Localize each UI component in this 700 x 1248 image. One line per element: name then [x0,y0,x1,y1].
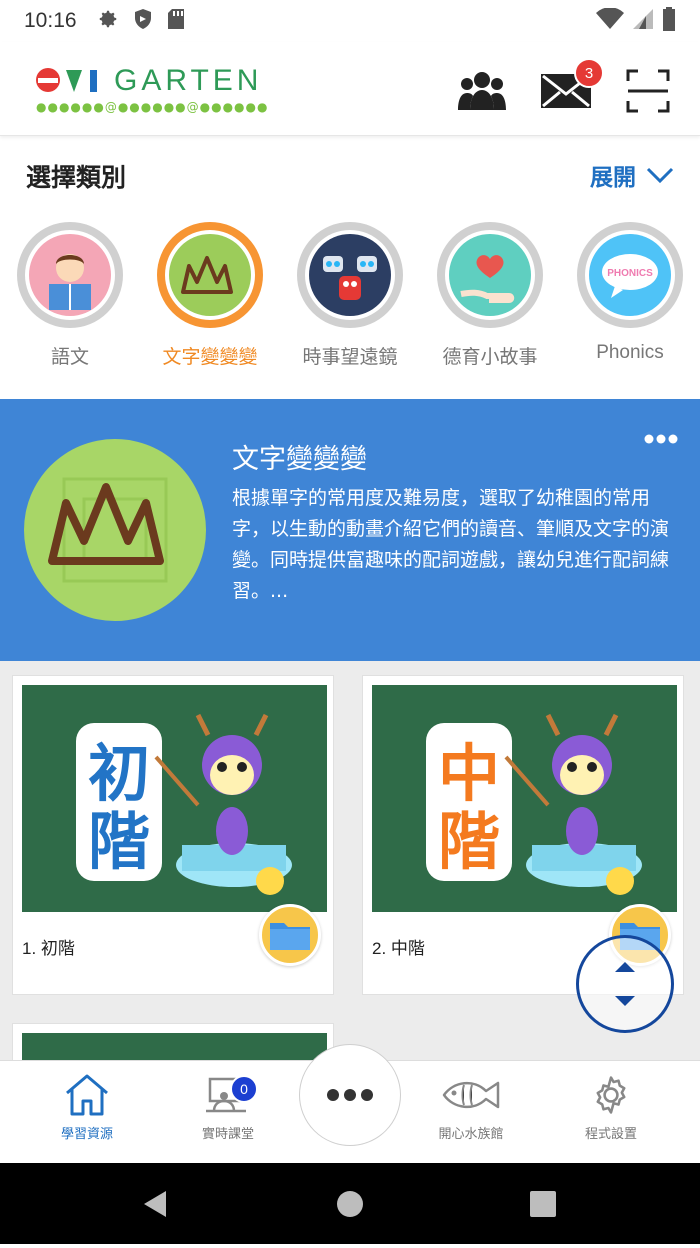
scroll-up-down-button[interactable] [576,935,674,1033]
category-title: 選擇類別 [26,163,127,192]
level-card-partial[interactable] [12,1023,334,1061]
scan-icon [626,69,670,113]
banner-title: 文字變變變 [232,444,367,475]
level-card[interactable]: 初 階 1. 初階 [12,675,334,995]
logo-text: GARTEN [114,64,263,97]
mountain-character-icon [169,234,251,316]
dragon-teacher-image: 初 階 [22,685,327,912]
card-label: 2. 中階 [372,939,425,958]
card-thumbnail: 中 階 [372,685,677,912]
more-dots-icon [327,1089,373,1101]
mail-button[interactable]: 3 [540,58,604,114]
expand-button[interactable]: 展開 [590,158,674,192]
app-logo: GARTEN ●●●●●●@●●●●●●@●●●●●● [34,64,274,116]
thumb-char-bottom: 階 [88,805,150,878]
phonics-bubble-icon: PHONICS [589,234,671,316]
group-icon [458,72,506,110]
category-label: 德育小故事 [442,346,538,368]
card-thumbnail: 初 階 [22,685,327,912]
thumb-char-bottom: 階 [438,805,500,878]
chevron-down-icon [646,167,674,184]
card-thumbnail [22,1033,327,1061]
nav-aquarium[interactable]: 開心水族館 [411,1073,531,1161]
category-item-moral-stories[interactable]: 德育小故事 [435,222,545,372]
folder-icon [270,923,310,950]
thumb-char-top: 中 [438,737,500,810]
category-label: 語文 [50,346,89,368]
app-header: GARTEN ●●●●●●@●●●●●●@●●●●●● 3 [0,42,700,136]
shield-status-icon [133,8,153,34]
home-icon [66,1074,108,1116]
signal-icon [632,8,654,34]
heart-hand-icon [449,234,531,316]
nav-settings[interactable]: 程式設置 [551,1073,671,1161]
gear-icon [596,1076,626,1114]
status-time: 10:16 [24,9,77,32]
nav-live-class[interactable]: 0 實時課堂 [168,1073,288,1161]
category-item-word-change[interactable]: 文字變變變 [155,222,265,372]
logo-ovi-icon [36,68,97,92]
sd-card-status-icon [167,8,185,34]
category-item-language[interactable]: 語文 [15,222,125,372]
category-item-phonics[interactable]: PHONICS Phonics [575,222,685,372]
card-label: 1. 初階 [22,939,75,958]
more-options-button[interactable] [644,429,678,448]
nav-label: 學習資源 [60,1127,113,1142]
logo-dots: ●●●●●●@●●●●●●@●●●●●● [36,100,269,114]
more-dots-icon [644,434,678,444]
category-section-header: 選擇類別 展開 [0,136,700,216]
recents-icon[interactable] [530,1191,556,1217]
bottom-navigation: 學習資源 0 實時課堂 開心水族館 程式設置 [0,1044,700,1163]
expand-label: 展開 [590,165,636,191]
category-item-news[interactable]: 時事望遠鏡 [295,222,405,372]
nav-label: 開心水族館 [438,1127,504,1142]
back-icon[interactable] [144,1191,166,1217]
arrow-up-icon [615,962,635,972]
settings-status-icon [97,8,119,34]
category-list: 語文 文字變變變 時事望遠鏡 德育小故事 PHONICS Phonics [0,222,700,372]
category-label: 時事望遠鏡 [302,346,398,368]
mail-badge: 3 [574,58,604,88]
category-label: 文字變變變 [162,346,258,368]
group-button[interactable] [456,68,508,114]
mountain-character-large-icon [24,439,206,621]
banner-description: 根據單字的常用度及難易度，選取了幼稚園的常用字，以生動的動畫介紹它們的讀音、筆順… [232,487,670,602]
robots-icon [309,234,391,316]
nav-label: 實時課堂 [201,1127,254,1142]
live-class-badge: 0 [230,1075,258,1103]
home-system-icon[interactable] [337,1191,363,1217]
status-bar: 10:16 [0,0,700,42]
scan-button[interactable] [622,68,674,114]
nav-label: 程式設置 [584,1127,637,1142]
category-banner: 文字變變變 根據單字的常用度及難易度，選取了幼稚園的常用字，以生動的動畫介紹它們… [0,399,700,661]
dragon-teacher-image: 中 階 [372,685,677,912]
reading-boy-icon [29,234,111,316]
category-label: Phonics [596,342,664,363]
fish-icon [442,1081,500,1109]
phonics-icon-text: PHONICS [607,268,653,279]
more-menu-button[interactable] [299,1044,401,1146]
folder-button[interactable] [259,904,321,966]
nav-learning-resources[interactable]: 學習資源 [27,1073,147,1161]
arrow-down-icon [615,996,635,1006]
battery-icon [662,7,676,35]
thumb-char-top: 初 [88,737,150,810]
system-navigation-bar [0,1163,700,1244]
wifi-icon [596,7,624,34]
